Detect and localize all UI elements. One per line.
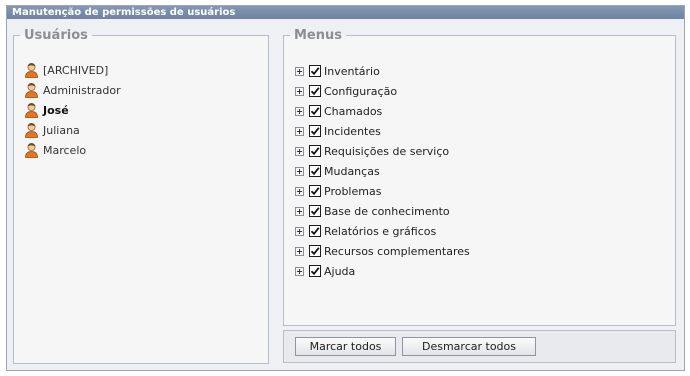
unmark-all-button[interactable]: Desmarcar todos	[402, 337, 536, 356]
menu-checkbox[interactable]	[309, 65, 321, 77]
expand-icon[interactable]	[295, 146, 304, 156]
menu-checkbox[interactable]	[309, 105, 321, 117]
menu-item-relatorios: Relatórios e gráficos	[295, 221, 470, 241]
menu-label: Inventário	[324, 64, 380, 78]
user-item-administrador[interactable]: Administrador	[24, 80, 121, 100]
menu-item-requisicoes: Requisições de serviço	[295, 141, 470, 161]
user-item-archived[interactable]: [ARCHIVED]	[24, 60, 121, 80]
menu-label: Chamados	[324, 104, 383, 118]
menu-checkbox[interactable]	[309, 245, 321, 257]
menu-item-inventario: Inventário	[295, 61, 470, 81]
expand-icon[interactable]	[295, 86, 304, 96]
expand-icon[interactable]	[295, 66, 304, 76]
menu-checkbox[interactable]	[309, 265, 321, 277]
users-panel: Usuários [ARCHIVED] Administrador José J…	[13, 28, 269, 364]
user-item-marcelo[interactable]: Marcelo	[24, 140, 121, 160]
user-item-juliana[interactable]: Juliana	[24, 120, 121, 140]
menu-item-incidentes: Incidentes	[295, 121, 470, 141]
expand-icon[interactable]	[295, 126, 304, 136]
expand-icon[interactable]	[295, 246, 304, 256]
user-label: José	[43, 103, 69, 117]
menu-item-ajuda: Ajuda	[295, 261, 470, 281]
menu-label: Recursos complementares	[324, 244, 470, 258]
user-label: Juliana	[43, 123, 80, 137]
menu-label: Ajuda	[324, 264, 356, 278]
menus-legend: Menus	[294, 28, 343, 43]
expand-icon[interactable]	[295, 186, 304, 196]
menu-checkbox[interactable]	[309, 185, 321, 197]
menu-item-base-conhecimento: Base de conhecimento	[295, 201, 470, 221]
menu-label: Base de conhecimento	[324, 204, 450, 218]
menu-checkbox[interactable]	[309, 125, 321, 137]
menu-checkbox[interactable]	[309, 85, 321, 97]
menu-label: Incidentes	[324, 124, 381, 138]
menu-label: Requisições de serviço	[324, 144, 450, 158]
user-icon	[24, 122, 39, 138]
menu-label: Configuração	[324, 84, 398, 98]
expand-icon[interactable]	[295, 166, 304, 176]
expand-icon[interactable]	[295, 206, 304, 216]
expand-icon[interactable]	[295, 226, 304, 236]
menus-panel: Menus Inventário Configuração Chamados I…	[283, 28, 676, 326]
menu-checkbox[interactable]	[309, 145, 321, 157]
users-legend: Usuários	[24, 28, 88, 43]
window-title: Manutenção de permissões de usuários	[7, 6, 684, 19]
menu-checkbox[interactable]	[309, 165, 321, 177]
menu-label: Problemas	[324, 184, 382, 198]
user-label: [ARCHIVED]	[43, 63, 109, 77]
user-label: Marcelo	[43, 143, 87, 157]
menu-checkbox[interactable]	[309, 225, 321, 237]
menu-label: Mudanças	[324, 164, 380, 178]
expand-icon[interactable]	[295, 106, 304, 116]
menu-item-recursos: Recursos complementares	[295, 241, 470, 261]
user-label: Administrador	[43, 83, 121, 97]
menu-item-problemas: Problemas	[295, 181, 470, 201]
button-bar: Marcar todos Desmarcar todos	[283, 330, 676, 363]
menu-item-configuracao: Configuração	[295, 81, 470, 101]
user-icon	[24, 82, 39, 98]
user-item-jose[interactable]: José	[24, 100, 121, 120]
menu-label: Relatórios e gráficos	[324, 224, 437, 238]
user-icon	[24, 102, 39, 118]
menu-item-chamados: Chamados	[295, 101, 470, 121]
expand-icon[interactable]	[295, 266, 304, 276]
user-icon	[24, 142, 39, 158]
user-icon	[24, 62, 39, 78]
menu-checkbox[interactable]	[309, 205, 321, 217]
mark-all-button[interactable]: Marcar todos	[295, 337, 396, 356]
user-list: [ARCHIVED] Administrador José Juliana Ma…	[24, 60, 121, 160]
menu-tree: Inventário Configuração Chamados Inciden…	[295, 61, 470, 281]
permissions-window: Manutenção de permissões de usuários Usu…	[6, 5, 685, 371]
menu-item-mudancas: Mudanças	[295, 161, 470, 181]
